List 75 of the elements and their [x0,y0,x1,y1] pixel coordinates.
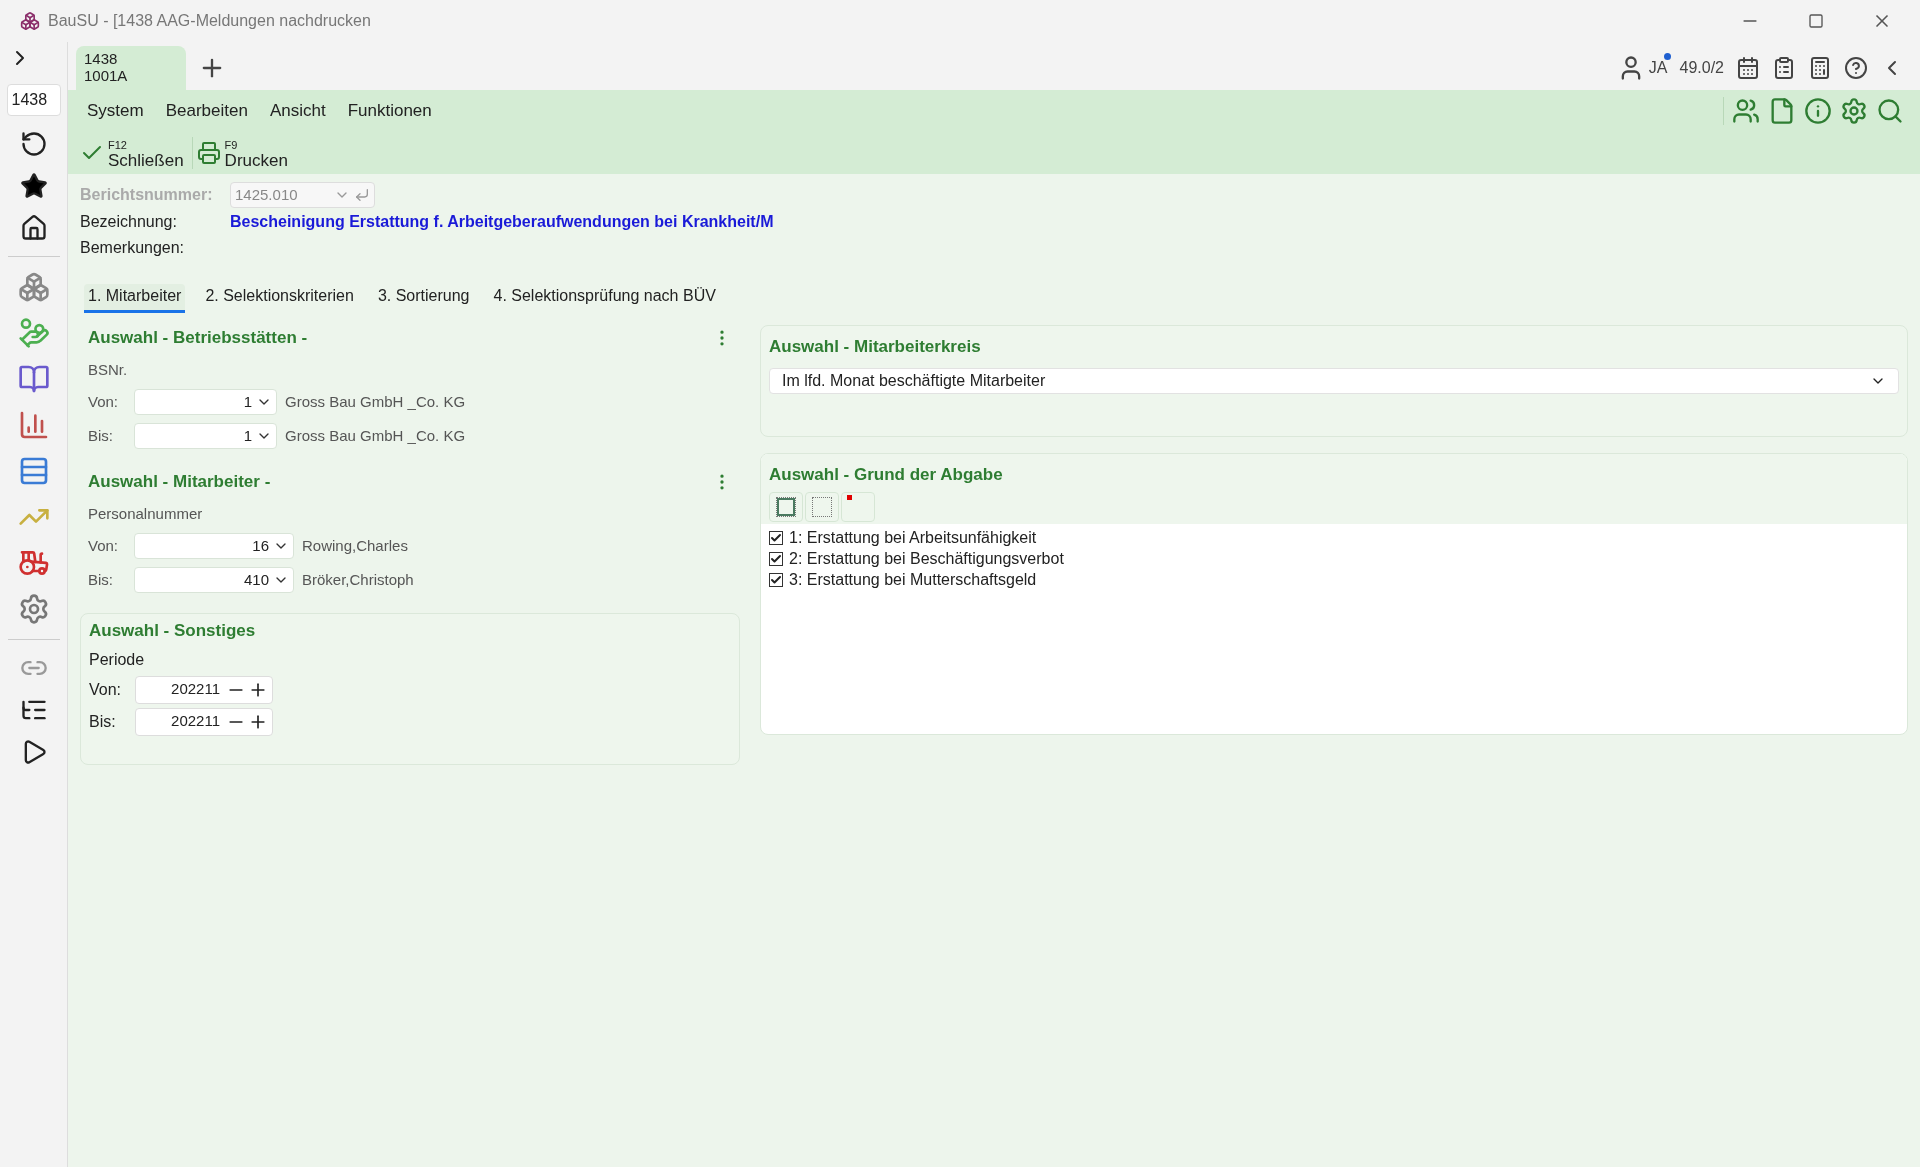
number-field[interactable]: 1438 [6,84,61,116]
designation-value: Bescheinigung Erstattung f. Arbeitgeberaufwendungen bei Krankheit/M [230,212,775,232]
check-icon [770,574,782,586]
name-label: Rowing,Charles [302,535,408,556]
field-label: Bis: [89,711,117,732]
toolbar-button[interactable]: F9 Drucken [191,137,292,169]
calendar-icon[interactable] [1736,56,1760,80]
help-icon[interactable] [1844,56,1868,80]
settings-icon[interactable] [1840,97,1868,125]
field-label: Von: [88,535,120,556]
field-label: Periode [89,649,146,670]
printer-icon [196,141,221,165]
check-icon [770,553,782,565]
home-icon[interactable] [19,214,48,242]
section-title: Auswahl - Mitarbeiter - [88,471,271,493]
name-label: Gross Bau GmbH _Co. KG [285,425,466,446]
version-label: 49.0/2 [1679,58,1724,78]
field-label: Bezeichnung: [80,212,178,232]
open-book-icon[interactable] [17,363,50,395]
checkbox[interactable] [769,552,783,566]
field-label: Von: [88,391,120,412]
section-title: Auswahl - Mitarbeiterkreis [769,336,982,358]
tab[interactable]: 3. Sortierung [373,284,474,313]
marker-button[interactable] [841,491,875,522]
tab[interactable]: 1. Mitarbeiter [84,284,186,313]
check-icon [770,532,782,544]
period-spinner[interactable]: 202211 [135,707,273,736]
menu-item[interactable]: Bearbeiten [154,98,259,124]
number-dropdown[interactable]: 1 [134,389,277,415]
window-title: BauSU - [1438 AAG-Meldungen nachdrucken [48,11,371,31]
checkbox-row[interactable]: 2: Erstattung bei Beschäftigungsverbot [769,548,1899,570]
menu-item[interactable]: System [76,98,155,124]
field-label: Bis: [88,569,114,590]
dotted-square-icon [812,496,832,517]
number-dropdown[interactable]: 1 [134,423,277,449]
star-icon[interactable] [19,172,48,200]
reload-icon[interactable] [19,130,48,158]
toolbar-button[interactable]: F12 Schließen [76,137,188,169]
field-label: BSNr. [88,359,129,380]
checkbox[interactable] [769,573,783,587]
checkbox[interactable] [769,531,783,545]
menu-item[interactable]: Funktionen [336,98,443,124]
number-dropdown[interactable]: 16 [134,533,294,559]
select-none-button[interactable] [805,491,839,522]
employee-group-dropdown[interactable]: Im lfd. Monat beschäftigte Mitarbeiter [769,367,1899,394]
enter-icon [354,187,370,203]
calculator-icon[interactable] [1808,56,1832,80]
checkbox-row[interactable]: 3: Erstattung bei Mutterschaftsgeld [769,569,1899,591]
field-label: Bemerkungen: [80,238,186,258]
framed-square-icon [777,497,795,516]
name-label: Bröker,Christoph [302,569,414,590]
tab[interactable]: 4. Selektionsprüfung nach BÜV [489,284,720,313]
menu-item[interactable]: Ansicht [258,98,337,124]
maximize-icon[interactable] [1808,13,1824,29]
section-title: Auswahl - Sonstiges [89,620,257,642]
blocks-icon[interactable] [17,271,50,303]
number-dropdown[interactable]: 410 [134,567,294,593]
section-title: Auswahl - Grund der Abgabe [769,464,1004,486]
section-title: Auswahl - Betriebsstätten - [88,327,308,349]
user-initials: JA [1648,58,1668,78]
info-icon[interactable] [1804,97,1832,125]
users-icon[interactable] [1732,97,1760,125]
select-all-button[interactable] [769,491,803,522]
name-label: Gross Bau GmbH _Co. KG [285,391,466,412]
checkbox-row[interactable]: 1: Erstattung bei Arbeitsunfähigkeit [769,527,1899,549]
app-logo-icon [20,11,40,31]
period-spinner[interactable]: 202211 [135,675,273,704]
search-icon[interactable] [1876,97,1904,125]
clipboard-list-icon[interactable] [1772,56,1796,80]
field-label: Berichtsnummer: [80,185,214,205]
field-label: Von: [89,679,123,700]
document-tab[interactable]: 1438 1001A [76,46,186,90]
field-label: Personalnummer [88,503,204,524]
tab[interactable]: 2. Selektionskriterien [201,284,358,313]
field-label: Bis: [88,425,114,446]
